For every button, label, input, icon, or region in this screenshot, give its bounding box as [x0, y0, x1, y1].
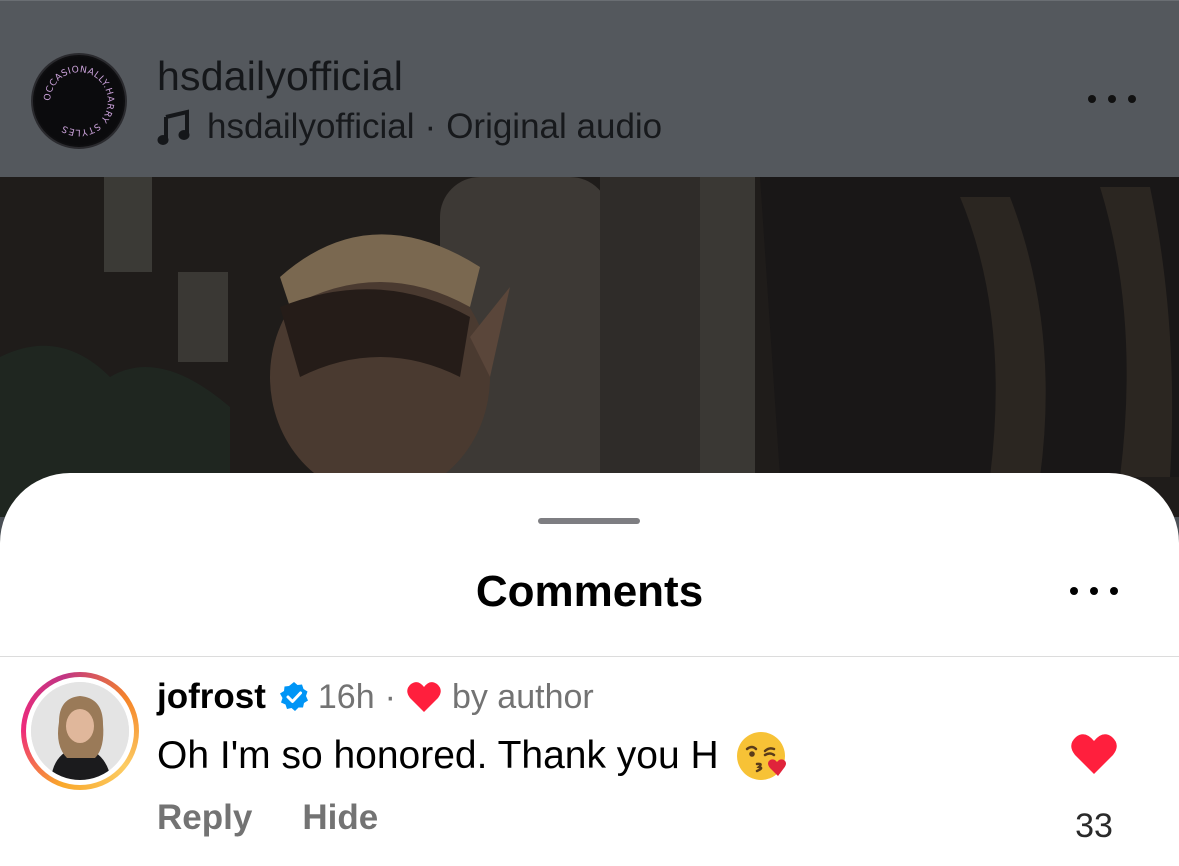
hide-button[interactable]: Hide — [302, 798, 378, 838]
comment-body: Oh I'm so honored. Thank you H — [157, 734, 719, 777]
music-note-icon — [157, 107, 191, 147]
comment-like-count: 33 — [1075, 807, 1113, 845]
comment-meta-separator: · — [384, 677, 396, 716]
comment-timestamp: 16h — [317, 677, 375, 716]
liked-by-author-label: by author — [451, 677, 594, 716]
commenter-username[interactable]: jofrost — [157, 677, 266, 717]
comment-text: Oh I'm so honored. Thank you H — [157, 731, 787, 781]
video-frame-image — [0, 177, 1179, 517]
sheet-title: Comments — [475, 567, 704, 616]
reply-button[interactable]: Reply — [157, 798, 252, 838]
post-more-dots-icon[interactable] — [1082, 81, 1142, 117]
commenter-avatar — [31, 682, 129, 780]
post-author-avatar[interactable]: OCCASIONALLY.HARRY STYLES — [31, 53, 127, 149]
audio-separator: · — [424, 107, 437, 146]
liked-by-author-heart-icon — [406, 680, 442, 714]
comment-meta: jofrost 16h · by author — [157, 675, 594, 719]
comment-like-heart-icon[interactable] — [1070, 732, 1118, 776]
audio-owner: hsdailyofficial — [207, 107, 415, 146]
sheet-grabber-handle[interactable] — [538, 518, 640, 524]
commenter-avatar-story-ring[interactable] — [21, 672, 139, 790]
post-header: OCCASIONALLY.HARRY STYLES hsdailyofficia… — [0, 0, 1179, 177]
post-audio-info[interactable]: hsdailyofficial · Original audio — [157, 107, 662, 147]
sheet-divider — [0, 656, 1179, 657]
sheet-more-dots-icon[interactable] — [1064, 576, 1124, 606]
verified-badge-icon — [278, 681, 310, 713]
comment-actions: Reply Hide — [157, 798, 378, 838]
kiss-emoji-icon — [735, 730, 787, 782]
avatar-logo: OCCASIONALLY.HARRY STYLES — [34, 56, 124, 146]
video-preview[interactable] — [0, 177, 1179, 517]
post-username[interactable]: hsdailyofficial — [157, 53, 403, 100]
audio-label: Original audio — [446, 107, 663, 146]
comments-sheet: Comments jofrost 16h · by author Oh I'm … — [0, 473, 1179, 866]
